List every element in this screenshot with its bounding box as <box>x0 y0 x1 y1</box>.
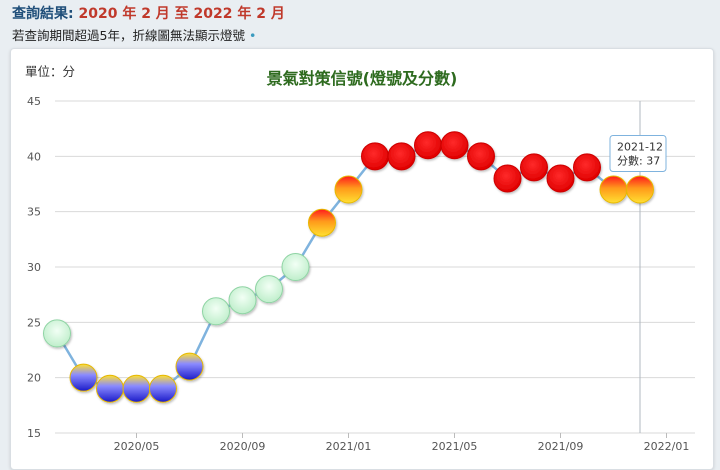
point-2020-12 <box>308 208 336 237</box>
x-tick-2021/01: 2021/01 <box>326 440 372 453</box>
point-2020-02 <box>43 319 71 348</box>
y-tick-40: 40 <box>27 150 41 163</box>
x-tick-2022/01: 2022/01 <box>644 440 690 453</box>
result-range: 2020 年 2 月 至 2022 年 2 月 <box>78 6 285 22</box>
point-2021-05 <box>440 131 469 160</box>
chart-panel: 單位：分 景氣對策信號(燈號及分數) 15 20 25 30 35 40 45 2020/0… <box>10 48 714 470</box>
signal-line-chart[interactable]: 單位：分 景氣對策信號(燈號及分數) 15 20 25 30 35 40 45 2020/0… <box>11 49 713 469</box>
point-2020-11 <box>281 253 310 281</box>
point-2021-01 <box>334 175 363 204</box>
result-label: 查詢結果: <box>12 6 74 22</box>
tooltip-month: 2021-12 <box>617 141 663 154</box>
y-axis: 15 20 25 30 35 40 45 <box>27 95 41 440</box>
point-2021-02 <box>361 142 389 171</box>
point-2021-09 <box>546 164 575 193</box>
y-tick-20: 20 <box>27 372 41 385</box>
x-tick-2020/09: 2020/09 <box>220 440 266 453</box>
point-2020-03 <box>69 363 98 392</box>
unit-label: 單位：分 <box>25 64 75 79</box>
point-2021-07 <box>493 164 522 193</box>
tooltip-value-label: 分數 <box>617 155 639 168</box>
tooltip-value-number: 37 <box>646 155 660 168</box>
point-2021-03 <box>387 142 416 171</box>
y-tick-45: 45 <box>27 95 41 108</box>
x-axis: 2020/05 2020/09 2021/01 2021/05 2021/09 2022/… <box>114 433 690 453</box>
point-2020-07 <box>175 352 204 381</box>
point-2020-10 <box>255 275 283 304</box>
point-2021-04 <box>414 131 442 160</box>
query-result: 查詢結果: 2020 年 2 月 至 2022 年 2 月 <box>12 3 285 23</box>
point-2021-06 <box>467 142 495 171</box>
tooltip: 2021-12 分數: 37 <box>609 135 667 173</box>
chart-title: 景氣對策信號(燈號及分數) <box>267 69 458 88</box>
note-dot: • <box>248 28 257 43</box>
point-2020-06 <box>149 374 177 403</box>
tooltip-value-sep: : <box>639 155 646 168</box>
point-2021-08 <box>520 153 548 182</box>
point-2021-11 <box>599 175 628 204</box>
x-tick-2021/05: 2021/05 <box>432 440 478 453</box>
note-text: 若查詢期間超過5年，折線圖無法顯示燈號 <box>12 28 245 43</box>
tooltip-value: 分數: 37 <box>617 155 660 168</box>
point-2021-12 <box>626 175 654 204</box>
y-tick-35: 35 <box>27 206 41 219</box>
x-tick-2020/05: 2020/05 <box>114 440 160 453</box>
query-note: 若查詢期間超過5年，折線圖無法顯示燈號 • <box>12 25 256 44</box>
point-2020-04 <box>96 374 124 403</box>
point-2020-05 <box>122 374 151 403</box>
x-tick-2021/09: 2021/09 <box>538 440 584 453</box>
point-2020-09 <box>228 286 257 315</box>
point-2020-08 <box>202 297 230 326</box>
y-tick-30: 30 <box>27 261 41 274</box>
y-tick-25: 25 <box>27 316 41 329</box>
point-2021-10 <box>573 153 601 182</box>
y-tick-15: 15 <box>27 427 41 440</box>
